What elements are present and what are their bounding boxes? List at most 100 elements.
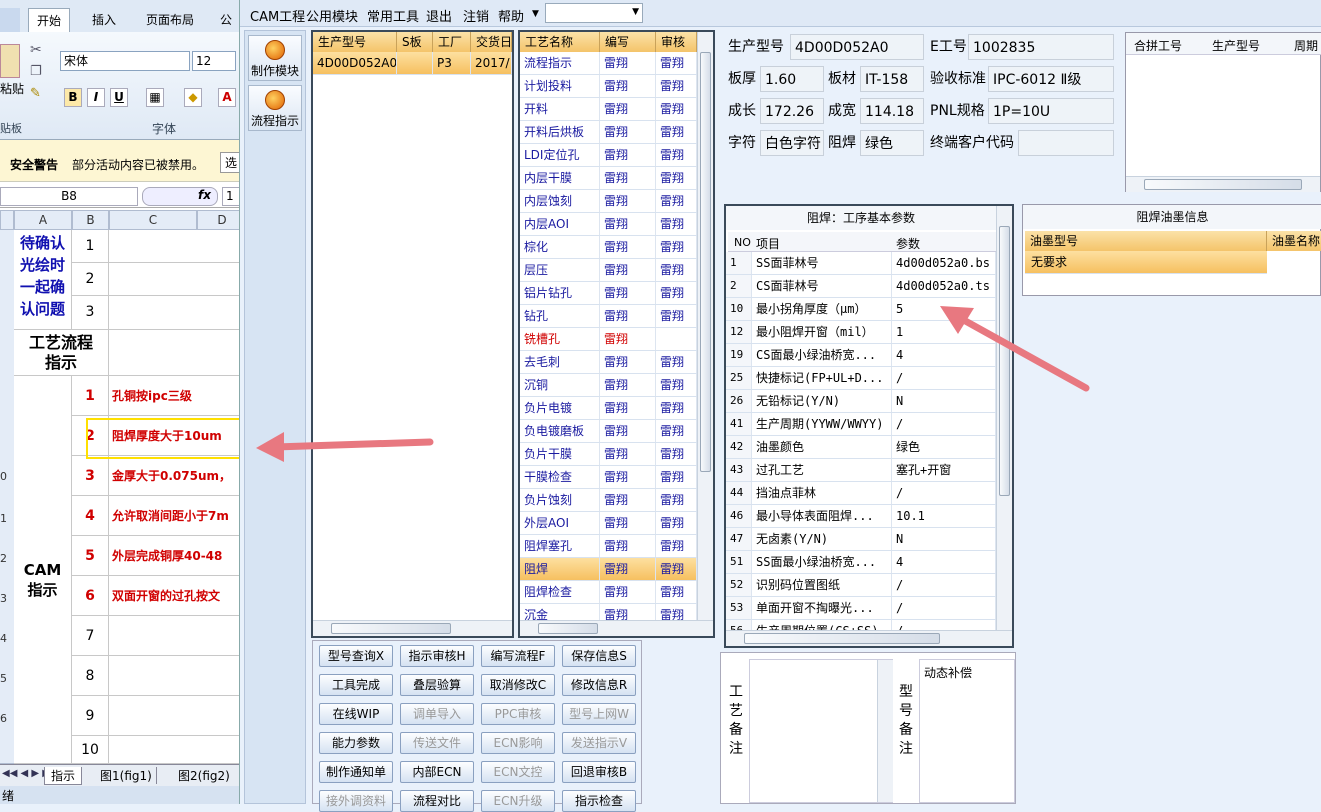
ink-header[interactable]: 油墨名称 — [1267, 231, 1321, 251]
action-button[interactable]: 指示审核H — [400, 645, 474, 667]
row-num[interactable]: 1 — [0, 512, 7, 525]
sheet-tab[interactable]: 图2(fig2) — [174, 767, 234, 784]
action-button[interactable]: 传送文件 — [400, 732, 474, 754]
action-button[interactable]: 制作通知单 — [319, 761, 393, 783]
cell[interactable] — [109, 736, 239, 764]
col-header-d[interactable]: D — [197, 210, 239, 230]
mask-field[interactable]: 绿色 — [860, 130, 924, 156]
char-field[interactable]: 白色字符 — [760, 130, 824, 156]
h-scrollbar[interactable] — [313, 620, 512, 636]
menu-common-module[interactable]: 公用模块 — [306, 6, 358, 25]
cell[interactable] — [109, 616, 239, 656]
cell[interactable] — [109, 696, 239, 736]
table-row[interactable]: 铣槽孔 雷翔 — [520, 328, 697, 351]
tab-page-layout[interactable]: 页面布局 — [138, 8, 202, 32]
process-grid-header[interactable]: 审核 — [656, 32, 697, 52]
office-button[interactable] — [0, 8, 20, 32]
table-row[interactable]: 无要求 — [1025, 251, 1267, 274]
table-row[interactable]: 钻孔 雷翔 雷翔 — [520, 305, 697, 328]
tab-formulas[interactable]: 公 — [212, 8, 239, 32]
action-button[interactable]: 能力参数 — [319, 732, 393, 754]
table-row[interactable]: 1 SS面菲林号 4d00d052a0.bs — [726, 252, 996, 275]
h-scrollbar[interactable] — [726, 630, 1012, 646]
table-row[interactable]: 负电镀磨板 雷翔 雷翔 — [520, 420, 697, 443]
cell[interactable]: 外层完成铜厚40-48 — [109, 536, 239, 576]
merge-grid-header[interactable]: 生产型号 — [1212, 37, 1260, 54]
cam-instruction-cell[interactable]: CAM指示 — [14, 376, 72, 764]
table-row[interactable]: 46 最小导体表面阻焊... 10.1 — [726, 505, 996, 528]
make-module-button[interactable]: 制作模块 — [248, 35, 302, 81]
font-size-select[interactable]: 12 — [192, 51, 236, 71]
cell-num[interactable]: 3 — [72, 456, 109, 496]
model-note-input[interactable]: 动态补偿 — [919, 659, 1015, 803]
merge-grid-header[interactable]: 合拼工号 — [1134, 37, 1182, 54]
action-button[interactable]: 保存信息S — [562, 645, 636, 667]
col-header-a[interactable]: A — [14, 210, 72, 230]
flow-instruction-button[interactable]: 流程指示 — [248, 85, 302, 131]
col-header-b[interactable]: B — [72, 210, 109, 230]
customer-code-field[interactable] — [1018, 130, 1114, 156]
action-button[interactable]: 工具完成 — [319, 674, 393, 696]
cell-num[interactable]: 5 — [72, 536, 109, 576]
font-name-select[interactable]: 宋体 — [60, 51, 190, 71]
material-field[interactable]: IT-158 — [860, 66, 924, 92]
process-grid-header[interactable]: 工艺名称 — [520, 32, 600, 52]
table-row[interactable]: 19 CS面最小绿油桥宽... 4 — [726, 344, 996, 367]
table-row[interactable]: 43 过孔工艺 塞孔+开窗 — [726, 459, 996, 482]
action-button[interactable]: ECN文控 — [481, 761, 555, 783]
row-num[interactable]: 5 — [0, 672, 7, 685]
cell[interactable] — [109, 330, 239, 376]
action-button[interactable]: 接外调资料 — [319, 790, 393, 812]
action-button[interactable]: 回退审核B — [562, 761, 636, 783]
table-row[interactable]: 内层蚀刻 雷翔 雷翔 — [520, 190, 697, 213]
cell-num[interactable]: 10 — [72, 736, 109, 764]
cell[interactable] — [109, 230, 239, 263]
standard-field[interactable]: IPC-6012 Ⅱ级 — [988, 66, 1114, 92]
v-scrollbar[interactable] — [877, 660, 893, 802]
table-row[interactable]: 41 生产周期(YYWW/WWYY) / — [726, 413, 996, 436]
action-button[interactable]: 编写流程F — [481, 645, 555, 667]
action-button[interactable]: 调单导入 — [400, 703, 474, 725]
length-field[interactable]: 172.26 — [760, 98, 824, 124]
merge-grid-header[interactable]: 周期 — [1294, 37, 1318, 54]
table-row[interactable]: 26 无铅标记(Y/N) N — [726, 390, 996, 413]
v-scrollbar[interactable] — [697, 32, 713, 620]
table-row[interactable]: 铝片钻孔 雷翔 雷翔 — [520, 282, 697, 305]
fill-color-icon[interactable]: ◆ — [184, 88, 202, 107]
cell-num[interactable]: 9 — [72, 696, 109, 736]
format-painter-icon[interactable]: ✎ — [30, 86, 41, 101]
table-row[interactable]: 外层AOI 雷翔 雷翔 — [520, 512, 697, 535]
cell-num[interactable]: 1 — [72, 230, 109, 263]
border-icon[interactable]: ▦ — [146, 88, 164, 107]
cell-num[interactable]: 2 — [72, 263, 109, 296]
action-button[interactable]: 发送指示V — [562, 732, 636, 754]
width-field[interactable]: 114.18 — [860, 98, 924, 124]
table-row[interactable]: 开料 雷翔 雷翔 — [520, 98, 697, 121]
cell[interactable] — [109, 263, 239, 296]
table-row[interactable]: 负片干膜 雷翔 雷翔 — [520, 443, 697, 466]
action-button[interactable]: 流程对比 — [400, 790, 474, 812]
cell[interactable]: 孔铜按ipc三级 — [109, 376, 239, 416]
table-row[interactable]: 12 最小阻焊开窗（mil） 1 — [726, 321, 996, 344]
table-row[interactable]: 内层干膜 雷翔 雷翔 — [520, 167, 697, 190]
font-color-icon[interactable]: A — [218, 88, 236, 107]
cut-icon[interactable]: ✂ — [30, 42, 42, 58]
action-button[interactable]: 取消修改C — [481, 674, 555, 696]
chevron-down-icon[interactable]: ▼ — [532, 9, 539, 19]
action-button[interactable]: 内部ECN — [400, 761, 474, 783]
paste-label[interactable]: 粘贴 — [0, 80, 24, 97]
tab-insert[interactable]: 插入 — [84, 8, 124, 32]
row-num[interactable]: 2 — [0, 552, 7, 565]
params-header[interactable]: NO — [734, 236, 751, 249]
table-row[interactable]: 42 油墨颜色 绿色 — [726, 436, 996, 459]
cell-num[interactable]: 8 — [72, 656, 109, 696]
italic-button[interactable]: I — [87, 88, 105, 107]
bold-button[interactable]: B — [64, 88, 82, 107]
model-grid-header[interactable]: 生产型号 — [313, 32, 397, 52]
table-row[interactable]: 53 单面开窗不掏曝光... / — [726, 597, 996, 620]
eno-field[interactable]: 1002835 — [968, 34, 1114, 60]
action-button[interactable]: ECN影响 — [481, 732, 555, 754]
name-box[interactable]: B8 — [0, 187, 138, 206]
table-row[interactable]: 阻焊塞孔 雷翔 雷翔 — [520, 535, 697, 558]
confirm-cell[interactable]: 待确认光绘时一起确认问题 — [14, 230, 72, 330]
